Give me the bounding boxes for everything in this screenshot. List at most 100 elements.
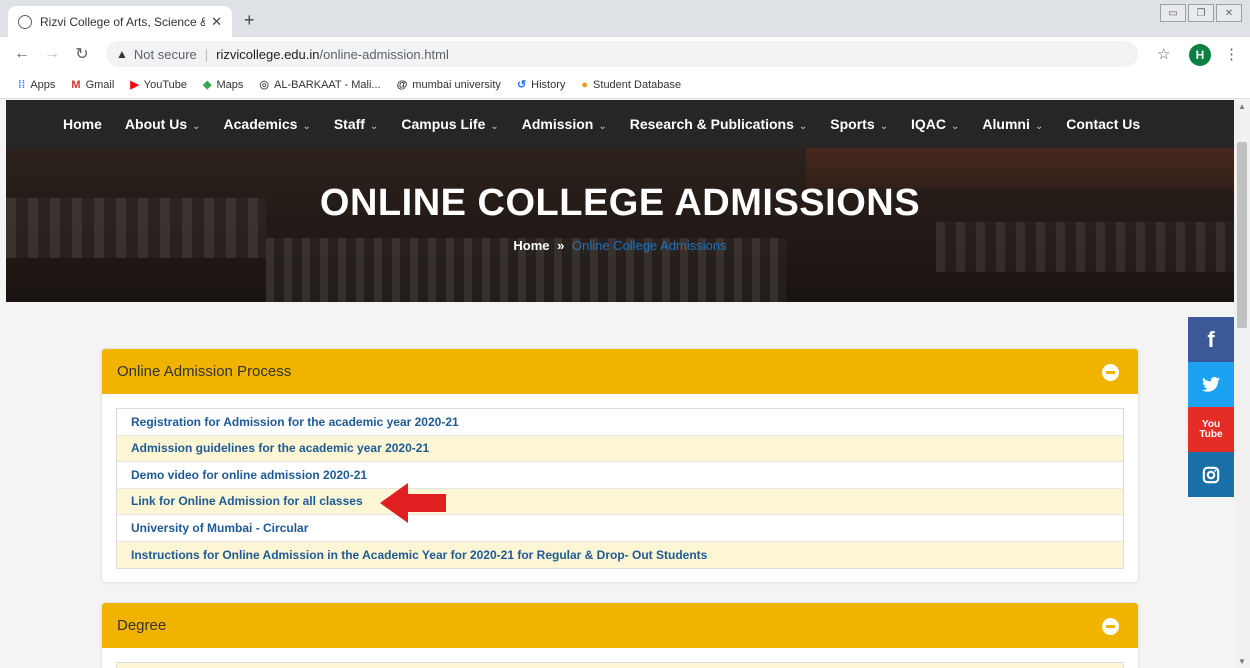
back-arrow-icon[interactable]: ← xyxy=(14,45,30,63)
gmail-icon: M xyxy=(71,78,81,91)
bookmark-label: Gmail xyxy=(85,78,115,91)
profile-avatar[interactable]: H xyxy=(1189,44,1211,66)
section-title: Online Admission Process xyxy=(117,363,292,380)
twitter-icon[interactable] xyxy=(1188,362,1234,407)
chevron-down-icon: ⌄ xyxy=(369,121,379,132)
bookmark-label: Student Database xyxy=(593,78,682,91)
nav-item-iqac[interactable]: IQAC ⌄ xyxy=(911,116,959,132)
bookmark-label: Maps xyxy=(216,78,244,91)
collapse-minus-icon[interactable] xyxy=(1102,364,1119,381)
url-path: /online-admission.html xyxy=(319,46,449,62)
warning-triangle-icon[interactable]: ▲ xyxy=(116,47,128,61)
nav-item-label: Sports xyxy=(830,116,875,132)
breadcrumb-separator: » xyxy=(557,238,565,253)
chevron-down-icon: ⌄ xyxy=(798,121,808,132)
browser-tab[interactable]: Rizvi College of Arts, Science & C ✕ xyxy=(8,6,232,37)
globe-icon: ◎ xyxy=(259,79,269,91)
section-header[interactable]: Degree xyxy=(102,603,1138,648)
browser-menu-icon[interactable]: ⋮ xyxy=(1224,45,1239,63)
nav-item-home[interactable]: Home xyxy=(63,116,102,132)
nav-item-sports[interactable]: Sports ⌄ xyxy=(830,116,888,132)
chevron-down-icon: ⌄ xyxy=(490,121,499,132)
at-icon: @ xyxy=(396,78,408,91)
restore-icon[interactable]: ❐ xyxy=(1188,4,1214,22)
maps-pin-icon: ◆ xyxy=(203,79,212,91)
database-icon: ● xyxy=(581,78,589,91)
window-controls: ▭ ❐ ✕ xyxy=(1158,4,1242,22)
admission-link[interactable]: Admission guidelines for the academic ye… xyxy=(117,435,1123,462)
bookmark-item[interactable]: @ mumbai university xyxy=(397,79,501,91)
nav-item-label: Staff xyxy=(333,116,365,132)
chevron-down-icon: ⌄ xyxy=(879,121,889,132)
nav-item-research-publications[interactable]: Research & Publications ⌄ xyxy=(630,116,808,132)
nav-item-alumni[interactable]: Alumni ⌄ xyxy=(982,116,1043,132)
page-title: ONLINE COLLEGE ADMISSIONS xyxy=(319,182,921,224)
admission-link[interactable]: Instructions for Online Admission in the… xyxy=(117,541,1123,568)
hero-overlay xyxy=(6,148,1234,302)
admission-link[interactable]: Demo video for online admission 2020-21 xyxy=(117,462,1123,489)
bookmark-item[interactable]: ▶ YouTube xyxy=(130,78,188,92)
bookmark-item[interactable]: ⁞⁞ Apps xyxy=(18,79,55,91)
nav-item-label: Campus Life xyxy=(401,116,486,132)
browser-toolbar: ← → ↻ ▲ Not secure | rizvicollege.edu.in… xyxy=(0,37,1250,71)
social-links: f You Tube xyxy=(1188,317,1234,497)
collapse-minus-icon[interactable] xyxy=(1102,618,1119,635)
main-navigation: Home About Us ⌄ Academics ⌄ Staff ⌄ Campus Life… xyxy=(6,100,1234,148)
nav-item-academics[interactable]: Academics ⌄ xyxy=(224,116,311,132)
url-host: rizvicollege.edu.in xyxy=(216,46,320,62)
scrollbar-thumb[interactable] xyxy=(1237,142,1247,328)
nav-item-about-us[interactable]: About Us ⌄ xyxy=(125,116,201,132)
web-page: Home About Us ⌄ Academics ⌄ Staff ⌄ Campus Life… xyxy=(6,100,1234,668)
admission-links-list: Registration for Admission for the acade… xyxy=(116,408,1124,569)
history-icon: ↺ xyxy=(516,79,527,91)
reload-icon[interactable]: ↻ xyxy=(74,44,90,64)
bookmark-label: History xyxy=(531,78,566,91)
section-title: Degree xyxy=(117,617,167,634)
not-secure-label[interactable]: Not secure xyxy=(134,47,197,62)
admission-link[interactable]: Registration for Admission for the acade… xyxy=(117,409,1123,436)
address-bar[interactable]: ▲ Not secure | rizvicollege.edu.in/onlin… xyxy=(106,41,1138,67)
forward-arrow-icon[interactable]: → xyxy=(44,45,60,63)
bookmarks-bar: ⁞⁞ Apps M Gmail ▶ YouTube ◆ Maps ◎ AL-BARKAAT - M… xyxy=(0,71,1250,99)
facebook-icon[interactable]: f xyxy=(1188,317,1234,362)
browser-tab-strip: Rizvi College of Arts, Science & C ✕ + ▭… xyxy=(0,0,1250,37)
bookmark-label: AL-BARKAAT - Mali... xyxy=(274,78,381,91)
bookmark-item[interactable]: M Gmail xyxy=(71,79,114,91)
youtube-icon[interactable]: You Tube xyxy=(1188,407,1234,452)
breadcrumb-home-link[interactable]: Home xyxy=(513,238,549,253)
minimize-icon[interactable]: ▭ xyxy=(1160,4,1186,22)
bookmark-item[interactable]: ● Student Database xyxy=(581,79,681,91)
scroll-down-icon[interactable]: ▼ xyxy=(1238,657,1246,666)
new-tab-button[interactable]: + xyxy=(244,10,255,31)
nav-item-staff[interactable]: Staff ⌄ xyxy=(334,116,379,132)
chevron-down-icon: ⌄ xyxy=(192,121,201,132)
youtube-icon-bottom-text: Tube xyxy=(1199,428,1223,440)
instagram-icon[interactable] xyxy=(1188,452,1234,497)
scroll-up-icon[interactable]: ▲ xyxy=(1238,102,1246,111)
bookmark-label: YouTube xyxy=(143,78,188,91)
admission-link[interactable]: Link for Online Admission for all classe… xyxy=(117,488,1123,515)
red-arrow-annotation xyxy=(380,483,446,523)
bookmark-label: Apps xyxy=(30,78,56,91)
nav-item-label: Admission xyxy=(521,116,594,132)
globe-icon xyxy=(18,14,32,29)
nav-item-label: Home xyxy=(63,116,102,132)
bookmark-item[interactable]: ◆ Maps xyxy=(203,78,244,92)
admission-link[interactable]: University of Mumbai - Circular xyxy=(117,515,1123,542)
nav-item-contact-us[interactable]: Contact Us xyxy=(1066,116,1140,132)
bookmark-item[interactable]: ◎ AL-BARKAAT - Mali... xyxy=(259,78,381,92)
degree-links-list xyxy=(116,662,1124,668)
breadcrumb-current: Online College Admissions xyxy=(571,238,727,253)
section-header[interactable]: Online Admission Process xyxy=(102,349,1138,394)
nav-item-campus-life[interactable]: Campus Life ⌄ xyxy=(401,116,498,132)
nav-item-label: Contact Us xyxy=(1066,116,1141,132)
apps-grid-icon: ⁞⁞ xyxy=(18,78,26,91)
bookmark-label: mumbai university xyxy=(412,78,501,91)
bookmark-item[interactable]: ↺ History xyxy=(516,78,566,92)
close-tab-icon[interactable]: ✕ xyxy=(211,14,222,30)
close-window-icon[interactable]: ✕ xyxy=(1216,4,1242,22)
bookmark-star-icon[interactable]: ☆ xyxy=(1157,45,1170,63)
page-scrollbar[interactable]: ▲ ▼ xyxy=(1234,100,1250,668)
nav-item-admission[interactable]: Admission ⌄ xyxy=(522,116,607,132)
chevron-down-icon: ⌄ xyxy=(1034,121,1044,132)
